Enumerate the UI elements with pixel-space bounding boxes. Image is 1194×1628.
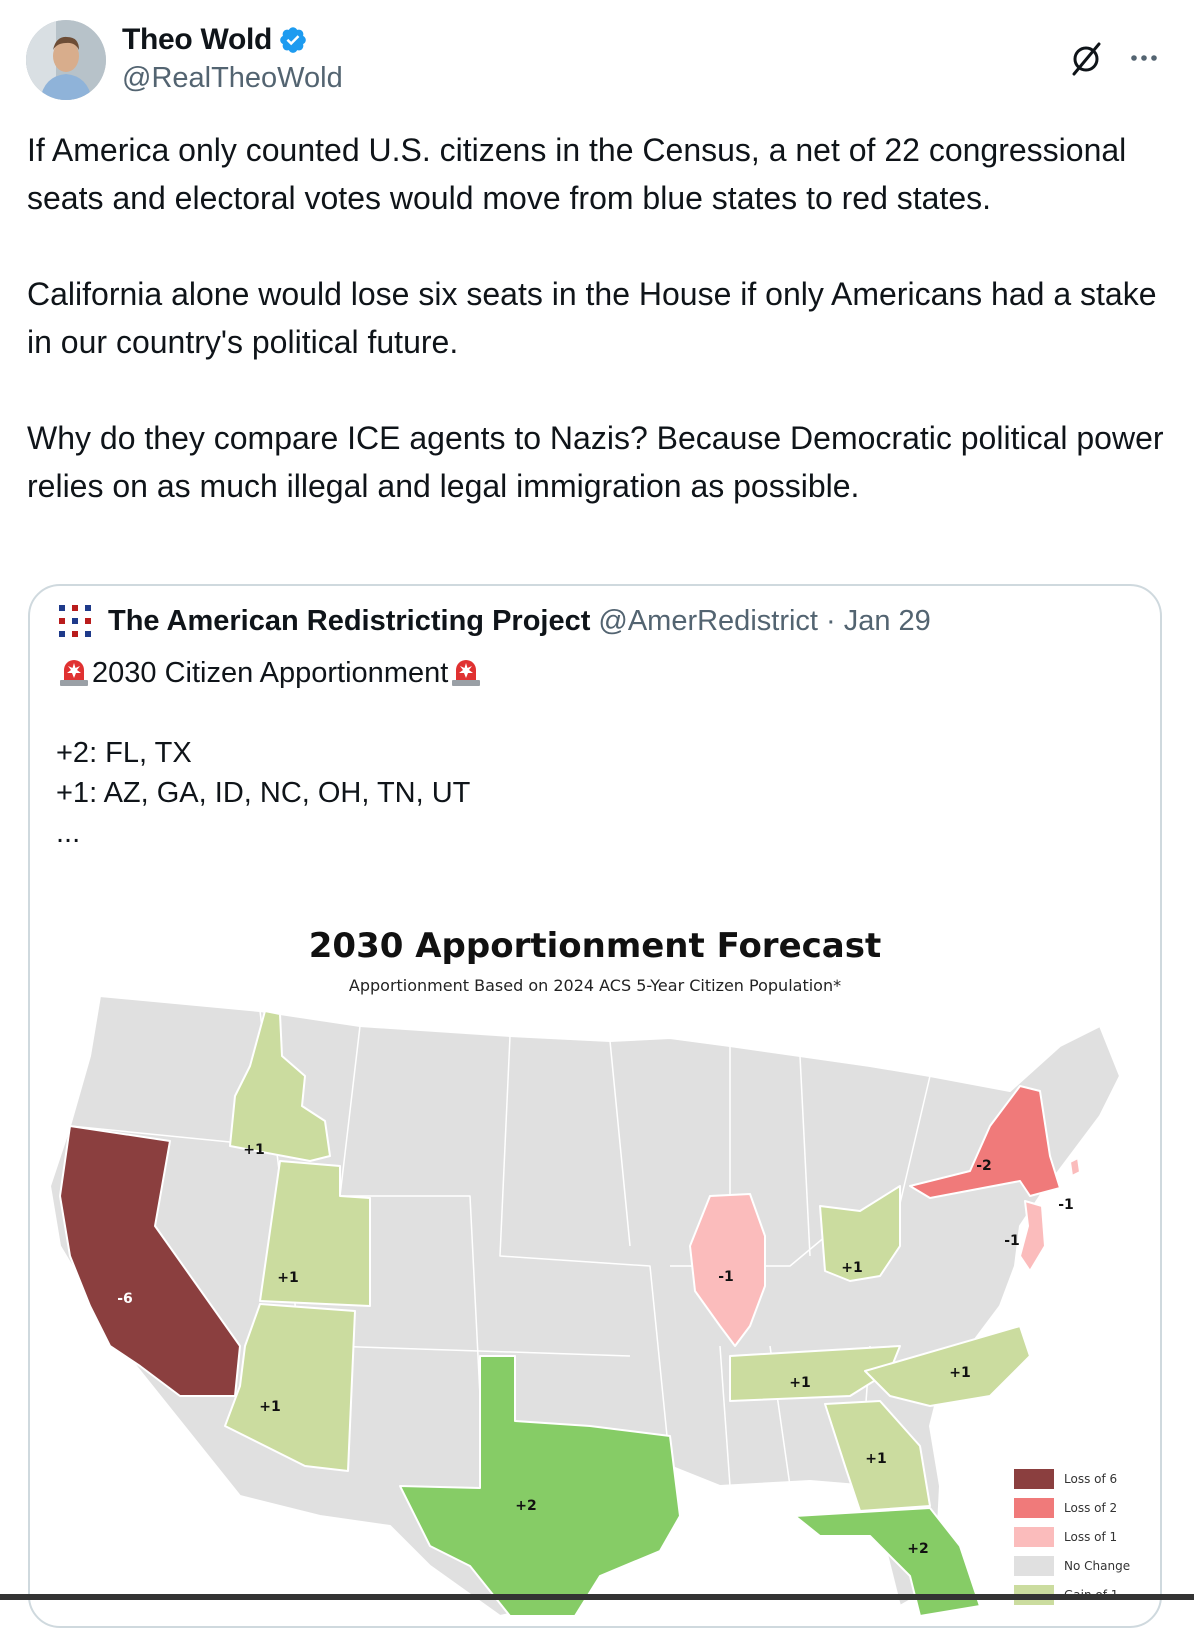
grok-icon[interactable] (1066, 38, 1106, 78)
quoted-text: 2030 Citizen Apportionment +2: FL, TX +1… (56, 652, 484, 853)
state-label-ut: +1 (277, 1270, 298, 1286)
legend-label: Loss of 2 (1064, 1500, 1118, 1515)
state-label-az: +1 (259, 1399, 280, 1415)
map-legend: Loss of 6 Loss of 2 Loss of 1 No Change … (1014, 1464, 1130, 1609)
state-label-ga: +1 (865, 1451, 886, 1467)
more-options-icon[interactable] (1126, 38, 1166, 78)
state-label-ny: -2 (976, 1158, 992, 1174)
bottom-edge-bar (0, 1594, 1194, 1600)
state-label-ri: -1 (1058, 1197, 1074, 1213)
state-label-fl: +2 (907, 1541, 928, 1557)
avatar[interactable] (26, 20, 106, 100)
tweet-paragraph: Why do they compare ICE agents to Nazis?… (27, 420, 1164, 504)
siren-icon (60, 660, 88, 686)
state-label-oh: +1 (841, 1260, 862, 1276)
tweet-header: Theo Wold @RealTheoWold (26, 20, 1166, 100)
legend-label: Loss of 1 (1064, 1529, 1118, 1544)
author-name[interactable]: Theo Wold (122, 23, 272, 57)
quoted-headline: 2030 Citizen Apportionment (92, 657, 449, 689)
quoted-author-name[interactable]: The American Redistricting Project (108, 605, 590, 638)
state-label-nc: +1 (949, 1365, 970, 1381)
quoted-tweet[interactable]: The American Redistricting Project @Amer… (28, 584, 1162, 1628)
state-label-id: +1 (243, 1142, 264, 1158)
state-label-nj: -1 (1004, 1233, 1020, 1249)
tweet-paragraph: If America only counted U.S. citizens in… (27, 132, 1127, 216)
siren-icon (452, 660, 481, 686)
quoted-author-handle[interactable]: @AmerRedistrict · Jan 29 (598, 605, 930, 638)
legend-label: No Change (1064, 1558, 1131, 1573)
quoted-line: +2: FL, TX (56, 737, 192, 769)
state-label-tn: +1 (789, 1375, 810, 1391)
legend-swatch-none (1014, 1555, 1054, 1576)
apportionment-map-image[interactable]: 2030 Apportionment Forecast Apportionmen… (30, 926, 1160, 1626)
legend-label: Loss of 6 (1064, 1471, 1118, 1486)
legend-swatch-loss1 (1014, 1526, 1054, 1547)
state-label-ca: -6 (117, 1291, 133, 1307)
quoted-line: +1: AZ, GA, ID, NC, OH, TN, UT (56, 777, 471, 809)
state-label-il: -1 (718, 1269, 734, 1285)
state-ri (1069, 1157, 1081, 1177)
us-map: -6 +1 +1 +1 +2 -1 +1 +1 +1 +1 +2 -2 -1 -… (49, 995, 1121, 1626)
legend-swatch-loss6 (1014, 1468, 1054, 1489)
author-handle[interactable]: @RealTheoWold (122, 62, 343, 95)
legend-swatch-loss2 (1014, 1497, 1054, 1518)
state-label-tx: +2 (515, 1498, 536, 1514)
quoted-ellipsis: ... (56, 817, 81, 849)
verified-badge-icon (280, 27, 306, 53)
tweet-paragraph: California alone would lose six seats in… (27, 276, 1157, 360)
tweet-body: If America only counted U.S. citizens in… (27, 126, 1167, 510)
redistricting-logo-icon (59, 605, 91, 637)
